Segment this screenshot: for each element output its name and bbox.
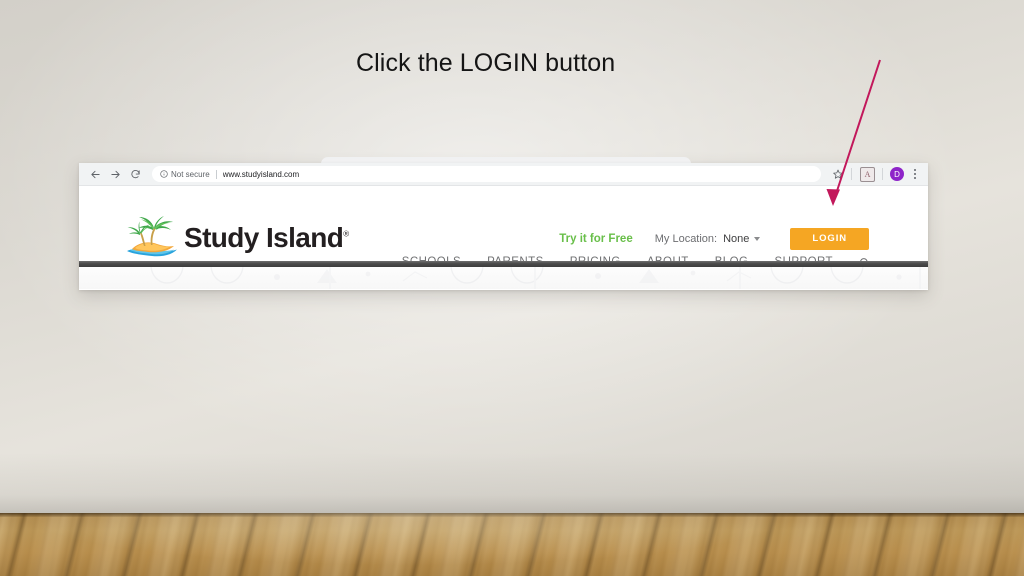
wall-bottom-shadow (0, 453, 1024, 513)
my-location-label: My Location: (654, 232, 718, 245)
floor-light-sheen (0, 513, 1024, 576)
page-below-fold (79, 267, 928, 289)
wooden-floor (0, 513, 1024, 576)
info-circle-icon[interactable] (160, 170, 168, 178)
forward-icon[interactable] (105, 164, 125, 184)
toolbar-separator-2 (882, 168, 883, 180)
reload-icon[interactable] (125, 164, 145, 184)
logo-text: Study Island® (184, 222, 349, 254)
web-page-content: Study Island® Try it for Free My Locatio… (79, 186, 928, 289)
my-location-value[interactable]: None (723, 233, 749, 245)
address-bar[interactable]: Not secure www.studyisland.com (152, 166, 821, 182)
study-island-logo[interactable]: Study Island® (124, 213, 349, 259)
omnibox-divider (215, 169, 217, 179)
star-icon[interactable] (829, 165, 847, 183)
slide-canvas: Click the LOGIN button Not secure www.st… (0, 0, 1024, 576)
three-dot-menu-icon[interactable] (908, 166, 922, 182)
logo-wordmark: Study Island (184, 222, 344, 253)
login-button[interactable]: LOGIN (790, 228, 869, 250)
back-icon[interactable] (85, 164, 105, 184)
toolbar-separator (851, 168, 852, 180)
browser-toolbar: Not secure www.studyisland.com A D (79, 163, 928, 186)
pdf-extension-icon[interactable]: A (860, 166, 875, 182)
ghost-content-shapes (150, 267, 921, 289)
palm-island-icon (127, 216, 177, 257)
try-it-for-free-link[interactable]: Try it for Free (559, 233, 633, 245)
browser-window: Not secure www.studyisland.com A D Study… (79, 163, 928, 290)
utility-nav: Try it for Free My Location: None LOGIN (559, 228, 869, 250)
chevron-down-icon[interactable] (754, 237, 761, 242)
avatar[interactable]: D (890, 167, 904, 181)
page-title: Click the LOGIN button (356, 49, 616, 77)
url-text[interactable]: www.studyisland.com (223, 170, 299, 179)
registered-mark: ® (343, 229, 349, 239)
toolbar-right-group: A D (829, 165, 922, 183)
security-status-label: Not secure (171, 169, 210, 179)
